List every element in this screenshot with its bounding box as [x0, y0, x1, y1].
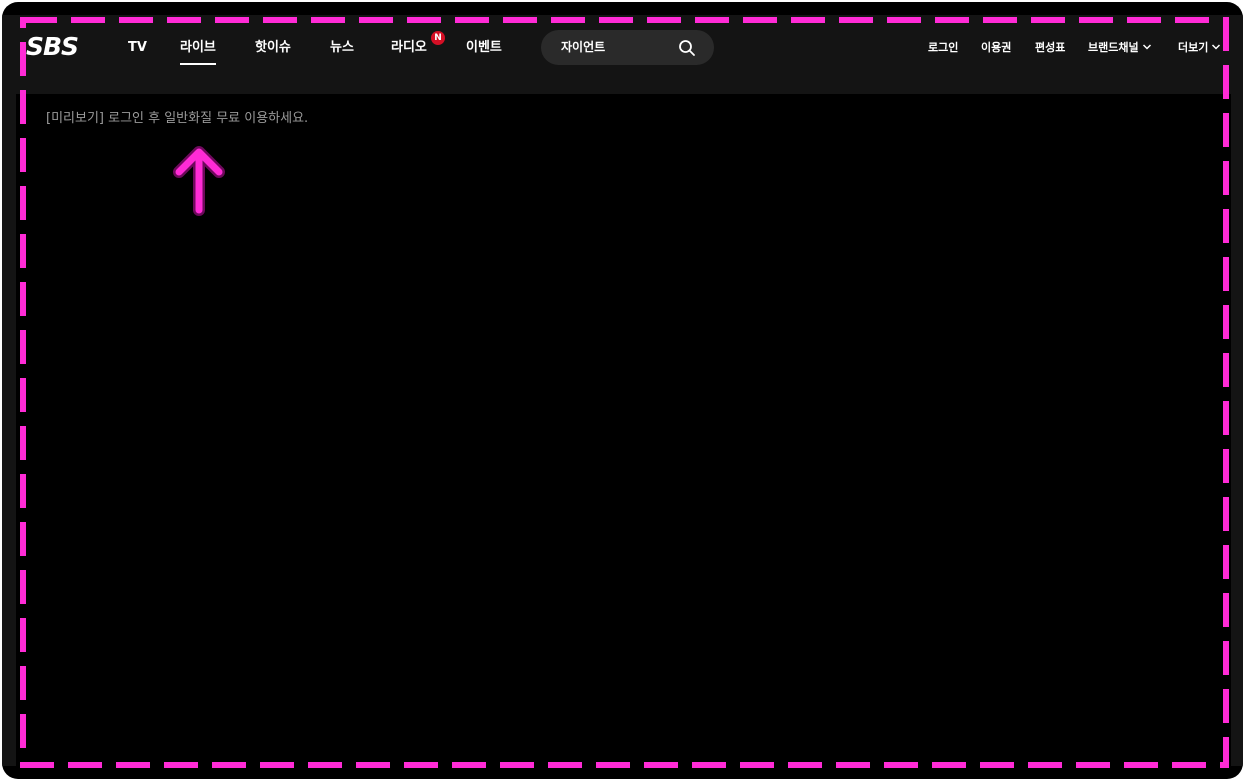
- browser-viewport: SBS TV 라이브 핫이슈 뉴스 라디오 N 이벤트 자이언트 로그인 이용권…: [2, 2, 1243, 779]
- highlight-dashed-border: [20, 17, 1229, 768]
- left-gutter: [2, 15, 16, 766]
- right-gutter: [1231, 15, 1243, 766]
